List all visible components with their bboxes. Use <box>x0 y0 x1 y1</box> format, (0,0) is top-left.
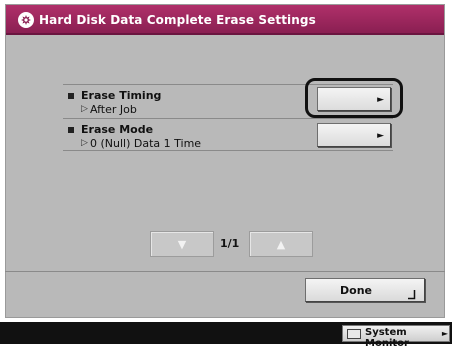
value-pointer-icon: ▷ <box>81 138 88 148</box>
setting-name-erase-timing: Erase Timing <box>81 89 162 102</box>
arrow-down-icon: ▼ <box>177 238 187 251</box>
setting-value-erase-mode: 0 (Null) Data 1 Time <box>90 137 202 150</box>
erase-mode-button[interactable]: ► <box>317 123 391 147</box>
bullet-icon <box>68 127 74 133</box>
done-button[interactable]: Done <box>305 278 425 302</box>
arrow-up-icon: ▲ <box>276 238 286 251</box>
done-button-label: Done <box>340 284 372 297</box>
monitor-icon <box>347 329 361 339</box>
chevron-right-icon: ► <box>441 329 448 338</box>
system-monitor-label: System Monitor <box>365 327 409 349</box>
title-bar: Hard Disk Data Complete Erase Settings <box>6 5 444 35</box>
scroll-down-button[interactable]: ▼ <box>150 231 214 257</box>
setting-value-erase-timing: After Job <box>90 103 137 116</box>
value-pointer-icon: ▷ <box>81 104 88 114</box>
enter-icon <box>408 285 416 300</box>
setting-name-erase-mode: Erase Mode <box>81 123 154 136</box>
page-indicator: 1/1 <box>220 237 240 250</box>
footer-divider <box>5 271 445 272</box>
gear-icon <box>18 12 34 28</box>
scroll-up-button[interactable]: ▲ <box>249 231 313 257</box>
selection-highlight <box>305 78 403 118</box>
bullet-icon <box>68 93 74 99</box>
system-monitor-button[interactable]: System Monitor ► <box>342 325 450 349</box>
chevron-right-icon: ► <box>377 131 384 141</box>
window-title: Hard Disk Data Complete Erase Settings <box>39 13 316 27</box>
